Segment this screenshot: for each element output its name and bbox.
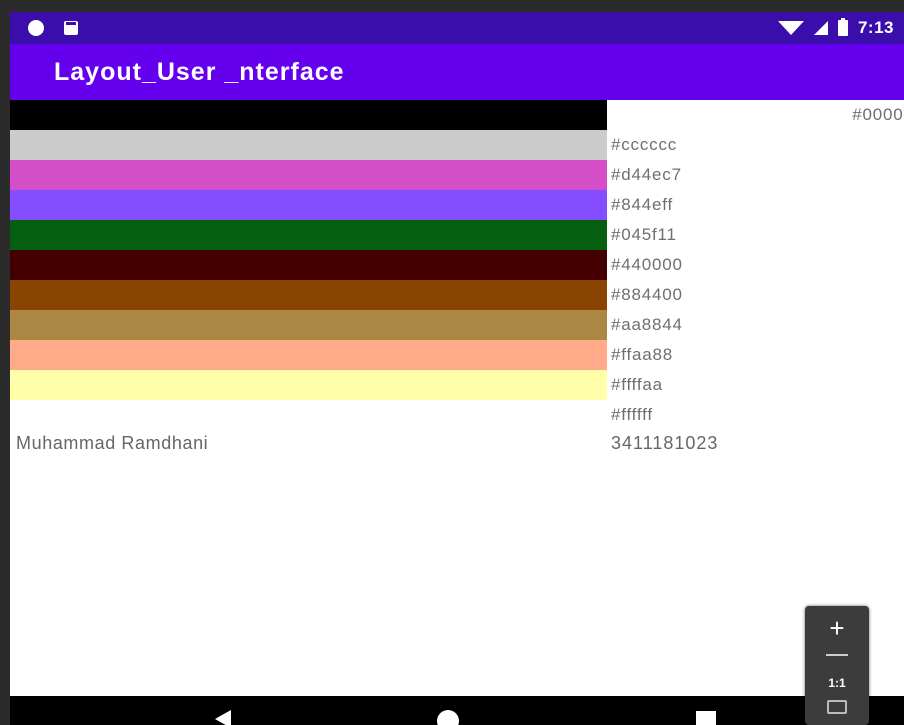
home-icon[interactable] [437, 710, 459, 725]
color-swatch [10, 160, 607, 190]
app-bar: Layout_User _nterface [10, 44, 904, 100]
color-hex-label: #440000 [611, 255, 683, 274]
color-swatch [10, 310, 607, 340]
content-area: #000000 #cccccc #d44ec7 #844eff #045f11 #4400… [10, 100, 904, 696]
color-row: #aa8844 [10, 310, 904, 340]
color-row: #cccccc [10, 130, 904, 160]
device-screen: 7:13 Layout_User _nterface #000000 #ccccc… [10, 12, 904, 725]
color-row: #844eff [10, 190, 904, 220]
color-hex-label: #844eff [611, 195, 674, 214]
color-row: #ffaa88 [10, 340, 904, 370]
color-hex-label: #ffffaa [611, 375, 663, 394]
color-swatch [10, 340, 607, 370]
cell-signal-icon [813, 21, 828, 35]
color-row: #884400 [10, 280, 904, 310]
status-left-icons [28, 12, 78, 44]
color-row: #ffffff [10, 400, 904, 430]
navigation-bar [10, 696, 904, 725]
color-hex-label: #aa8844 [611, 315, 683, 334]
color-swatch [10, 370, 607, 400]
color-swatch [10, 130, 607, 160]
color-row: #440000 [10, 250, 904, 280]
color-swatch [10, 190, 607, 220]
color-hex-label: #ffffff [611, 405, 653, 424]
color-swatch [10, 220, 607, 250]
color-row: #ffffaa [10, 370, 904, 400]
wifi-icon [777, 21, 804, 35]
color-hex-label: #ffaa88 [611, 345, 674, 364]
battery-icon [837, 18, 848, 36]
zoom-fit-icon[interactable] [827, 700, 847, 714]
color-row: #045f11 [10, 220, 904, 250]
sd-card-icon [64, 21, 78, 35]
color-row: #000000 [10, 100, 904, 130]
zoom-reset-button[interactable]: 1:1 [805, 676, 869, 690]
circle-notification-icon [28, 20, 44, 36]
zoom-in-button[interactable]: + [805, 615, 869, 641]
emulator-frame: 7:13 Layout_User _nterface #000000 #ccccc… [0, 0, 904, 725]
zoom-control: + 1:1 [805, 606, 869, 725]
color-swatch [10, 100, 607, 130]
recents-icon[interactable] [696, 711, 716, 725]
zoom-out-button[interactable] [826, 654, 848, 656]
color-hex-label: #cccccc [611, 135, 678, 154]
color-swatch [10, 280, 607, 310]
color-hex-label: #884400 [611, 285, 683, 304]
status-bar: 7:13 [10, 12, 904, 44]
color-hex-label: #d44ec7 [611, 165, 682, 184]
back-icon[interactable] [215, 710, 231, 725]
color-swatch [10, 250, 607, 280]
app-title: Layout_User _nterface [54, 57, 345, 86]
color-row: #d44ec7 [10, 160, 904, 190]
color-hex-label: #000000 [852, 105, 904, 124]
color-hex-label: #045f11 [611, 225, 677, 244]
status-time: 7:13 [857, 18, 894, 37]
color-swatch [10, 400, 607, 430]
student-id: 3411181023 [611, 433, 719, 453]
author-name: Muhammad Ramdhani [16, 433, 209, 453]
status-right-icons: 7:13 [777, 12, 894, 44]
